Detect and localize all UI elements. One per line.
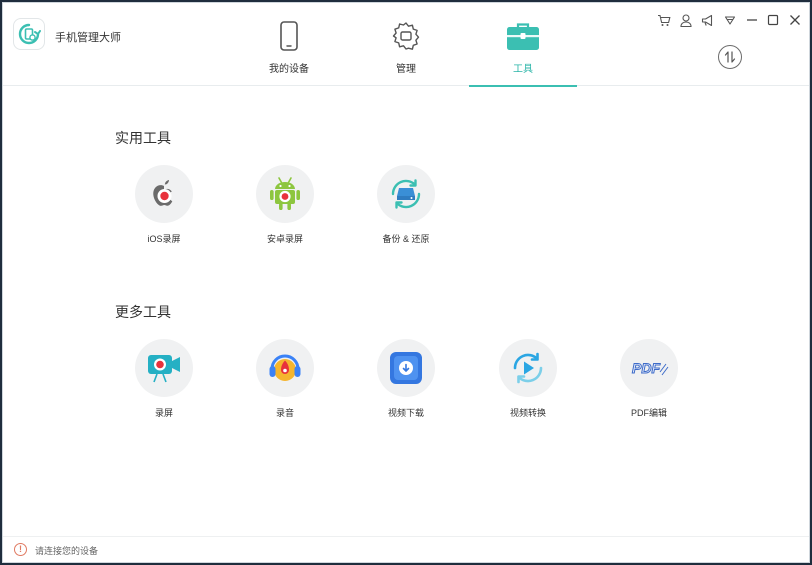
megaphone-icon[interactable] [701, 13, 715, 27]
tool-audio-record[interactable]: 录音 [235, 339, 335, 419]
transfer-arrows-icon[interactable] [718, 45, 742, 69]
status-bar: ! 请连接您的设备 [3, 536, 809, 562]
maximize-icon[interactable] [766, 13, 780, 27]
tool-pdf-edit[interactable]: PDF PDF编辑 [599, 339, 699, 419]
backup-restore-icon [377, 165, 435, 223]
cart-icon[interactable] [657, 13, 671, 27]
tool-label: 录音 [275, 408, 294, 418]
tool-screen-record[interactable]: 录屏 [114, 339, 214, 419]
tab-label: 管理 [396, 64, 416, 75]
tab-manage[interactable]: 管理 [352, 3, 460, 86]
warning-icon: ! [14, 543, 27, 556]
tool-label: 视频下载 [387, 408, 424, 418]
tool-label: 安卓录屏 [266, 234, 303, 244]
tool-label: iOS录屏 [147, 234, 181, 244]
tool-label: PDF编辑 [630, 408, 667, 418]
header: 手机管理大师 我的设备 管理 工具 [3, 3, 809, 87]
apple-record-icon [135, 165, 193, 223]
tool-label: 录屏 [154, 408, 173, 418]
tool-video-download[interactable]: 视频下载 [356, 339, 456, 419]
tab-label: 我的设备 [269, 64, 309, 75]
gear-icon [389, 19, 423, 53]
tool-android-record[interactable]: 安卓录屏 [235, 165, 335, 245]
user-icon[interactable] [679, 13, 693, 27]
app-title: 手机管理大师 [55, 32, 121, 44]
dropdown-icon[interactable] [723, 13, 737, 27]
video-convert-icon [499, 339, 557, 397]
tool-ios-record[interactable]: iOS录屏 [114, 165, 214, 245]
android-record-icon [256, 165, 314, 223]
screen-record-icon [135, 339, 193, 397]
svg-text:PDF: PDF [632, 360, 660, 376]
app-window: 手机管理大师 我的设备 管理 工具 实用工具 iOS录屏 安卓录屏 备份 & 还… [2, 2, 810, 563]
app-logo-icon [13, 18, 45, 50]
tool-backup-restore[interactable]: 备份 & 还原 [356, 165, 456, 245]
connection-status: 请连接您的设备 [35, 546, 99, 556]
tab-my-device[interactable]: 我的设备 [235, 3, 343, 86]
minimize-icon[interactable] [745, 13, 759, 27]
tool-label: 视频转换 [509, 408, 546, 418]
tool-video-convert[interactable]: 视频转换 [478, 339, 578, 419]
section-title-more: 更多工具 [115, 304, 171, 320]
close-icon[interactable] [788, 13, 802, 27]
audio-record-icon [256, 339, 314, 397]
phone-icon [272, 19, 306, 53]
toolbox-icon [506, 19, 540, 53]
video-download-icon [377, 339, 435, 397]
pdf-edit-icon: PDF [620, 339, 678, 397]
tool-label: 备份 & 还原 [382, 234, 430, 244]
tab-tools[interactable]: 工具 [469, 3, 577, 87]
section-title-practical: 实用工具 [115, 130, 171, 146]
tab-label: 工具 [513, 64, 533, 75]
